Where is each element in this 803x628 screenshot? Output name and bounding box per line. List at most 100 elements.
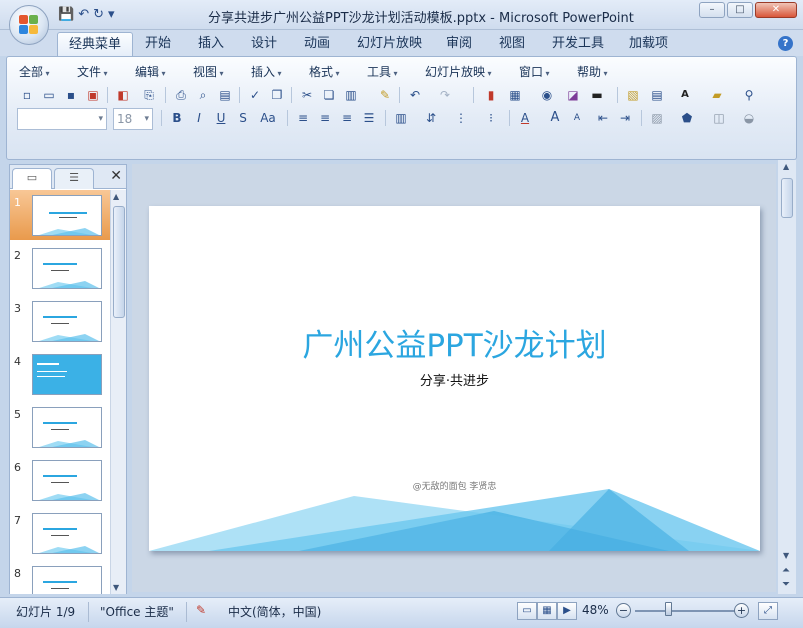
tab-review[interactable]: 审阅 xyxy=(435,32,483,56)
slide-thumbnail-row[interactable]: 8 xyxy=(10,561,110,594)
underline-button[interactable]: U xyxy=(211,108,231,128)
tab-design[interactable]: 设计 xyxy=(240,32,288,56)
scroll-up-icon[interactable]: ▲ xyxy=(113,192,119,201)
columns-icon[interactable]: ▥ xyxy=(391,108,411,128)
slide-thumbnail-row[interactable]: 3 xyxy=(10,296,110,346)
tab-classic-menu[interactable]: 经典菜单 xyxy=(57,32,134,56)
slide-thumbnail-row[interactable]: 1 xyxy=(10,190,110,240)
scroll-down-icon[interactable]: ▼ xyxy=(113,583,119,592)
page-setup-icon[interactable]: ▤ xyxy=(215,85,235,105)
slideshow-view-icon[interactable]: ▶ xyxy=(557,602,577,620)
insert-picture-icon[interactable]: ◪ xyxy=(563,85,583,105)
new-document-icon[interactable]: ▫ xyxy=(17,85,37,105)
slide-thumbnail[interactable] xyxy=(32,248,102,289)
theme-name[interactable]: "Office 主题" xyxy=(100,603,174,620)
scroll-thumb[interactable] xyxy=(113,206,125,318)
close-button[interactable]: ✕ xyxy=(755,2,797,18)
slide-thumbnail[interactable] xyxy=(32,354,102,395)
print-icon[interactable]: ⎙ xyxy=(171,85,191,105)
slide-thumbnail-row[interactable]: 2 xyxy=(10,243,110,293)
justify-icon[interactable]: ☰ xyxy=(359,108,379,128)
font-family-combo[interactable] xyxy=(17,108,107,130)
tab-insert[interactable]: 插入 xyxy=(187,32,235,56)
tab-slideshow[interactable]: 幻灯片放映 xyxy=(346,32,433,56)
spell-check-icon[interactable]: ✎ xyxy=(196,603,206,617)
shadow-button[interactable]: S xyxy=(233,108,253,128)
shrink-font-button[interactable]: A xyxy=(567,108,587,128)
scroll-thumb[interactable] xyxy=(781,178,793,218)
publish-icon[interactable]: ▣ xyxy=(83,85,103,105)
open-folder-icon[interactable]: ▭ xyxy=(39,85,59,105)
numbering-icon[interactable]: ⋮ xyxy=(451,108,471,128)
change-case-button[interactable]: Aa xyxy=(255,108,281,128)
font-color-button[interactable]: A xyxy=(515,108,535,128)
insert-table-icon[interactable]: ▦ xyxy=(505,85,525,105)
previous-slide-icon[interactable]: ⏶ xyxy=(782,565,790,576)
undo-icon[interactable]: ↶ xyxy=(78,7,89,23)
slides-tab[interactable]: ▭ xyxy=(12,168,52,189)
tab-addins[interactable]: 加载项 xyxy=(618,32,679,56)
menu-insert[interactable]: 插入 xyxy=(251,63,282,80)
customize-qat-icon[interactable]: ▾ xyxy=(108,7,115,23)
redo-icon[interactable]: ↻ xyxy=(93,7,104,23)
insert-media-icon[interactable]: ◉ xyxy=(537,85,557,105)
save-icon[interactable]: 💾 xyxy=(58,7,74,23)
align-left-icon[interactable]: ≡ xyxy=(293,108,313,128)
spelling-icon[interactable]: ✓ xyxy=(245,85,265,105)
format-painter-icon[interactable]: ✎ xyxy=(375,85,395,105)
next-slide-icon[interactable]: ⏷ xyxy=(782,579,790,590)
save-icon[interactable]: ▪ xyxy=(61,85,81,105)
slide-sorter-icon[interactable]: ▦ xyxy=(537,602,557,620)
slide-title[interactable]: 广州公益PPT沙龙计划 xyxy=(149,320,760,365)
decrease-indent-icon[interactable]: ⇤ xyxy=(593,108,613,128)
tab-home[interactable]: 开始 xyxy=(134,32,182,56)
zoom-out-button[interactable]: − xyxy=(616,603,631,618)
slide-thumbnail-row[interactable]: 5 xyxy=(10,402,110,452)
menu-help[interactable]: 帮助 xyxy=(577,63,608,80)
help-icon[interactable]: ? xyxy=(778,36,793,51)
permission-icon[interactable]: ◧ xyxy=(113,85,133,105)
thumbnail-scrollbar[interactable]: ▲ ▼ xyxy=(110,190,126,594)
slide-thumbnail-row[interactable]: 6 xyxy=(10,455,110,505)
menu-format[interactable]: 格式 xyxy=(309,63,340,80)
zoom-slider-knob[interactable] xyxy=(665,602,672,616)
increase-indent-icon[interactable]: ⇥ xyxy=(615,108,635,128)
copy-icon[interactable]: ❏ xyxy=(319,85,339,105)
slide-thumbnail-row[interactable]: 7 xyxy=(10,508,110,558)
minimize-button[interactable]: – xyxy=(699,2,725,18)
slide-thumbnail[interactable] xyxy=(32,301,102,342)
slide-thumbnail[interactable] xyxy=(32,513,102,554)
zoom-level[interactable]: 48% xyxy=(582,603,609,617)
menu-edit[interactable]: 编辑 xyxy=(135,63,166,80)
zoom-in-button[interactable]: + xyxy=(734,603,749,618)
zoom-slider[interactable] xyxy=(635,610,735,612)
font-size-combo[interactable]: 18 xyxy=(113,108,153,130)
editor-scrollbar[interactable]: ▲ ▼ ⏶ ⏷ xyxy=(778,160,796,594)
color-grayscale-icon[interactable]: ▬ xyxy=(587,85,607,105)
arrange-icon[interactable]: ▨ xyxy=(647,108,667,128)
slide-thumbnail[interactable] xyxy=(32,460,102,501)
scroll-up-icon[interactable]: ▲ xyxy=(783,162,789,171)
current-slide[interactable]: 广州公益PPT沙龙计划 分享·共进步 @无敌的面包 李贤忠 xyxy=(149,206,760,551)
text-box-icon[interactable]: A xyxy=(675,85,695,105)
tab-animation[interactable]: 动画 xyxy=(293,32,341,56)
scroll-down-icon[interactable]: ▼ xyxy=(783,551,789,560)
slide-thumbnail-row[interactable]: 4 xyxy=(10,349,110,399)
menu-view[interactable]: 视图 xyxy=(193,63,224,80)
slide-layout-icon[interactable]: ▤ xyxy=(647,85,667,105)
slide-thumbnail[interactable] xyxy=(32,407,102,448)
fill-bucket-icon[interactable]: ◒ xyxy=(739,108,759,128)
print-preview-icon[interactable]: ⌕ xyxy=(193,85,213,105)
attach-icon[interactable]: ⎘ xyxy=(139,85,159,105)
slide-thumbnail[interactable] xyxy=(32,195,102,236)
text-direction-icon[interactable]: ⇵ xyxy=(421,108,441,128)
slide-thumbnail[interactable] xyxy=(32,566,102,594)
office-button[interactable] xyxy=(9,5,49,45)
undo-icon[interactable]: ↶ xyxy=(405,85,425,105)
grow-font-button[interactable]: A xyxy=(545,108,565,128)
normal-view-icon[interactable]: ▭ xyxy=(517,602,537,620)
cut-icon[interactable]: ✂ xyxy=(297,85,317,105)
close-icon[interactable]: ✕ xyxy=(110,168,122,184)
tab-view[interactable]: 视图 xyxy=(488,32,536,56)
slide-subtitle[interactable]: 分享·共进步 xyxy=(149,370,760,389)
